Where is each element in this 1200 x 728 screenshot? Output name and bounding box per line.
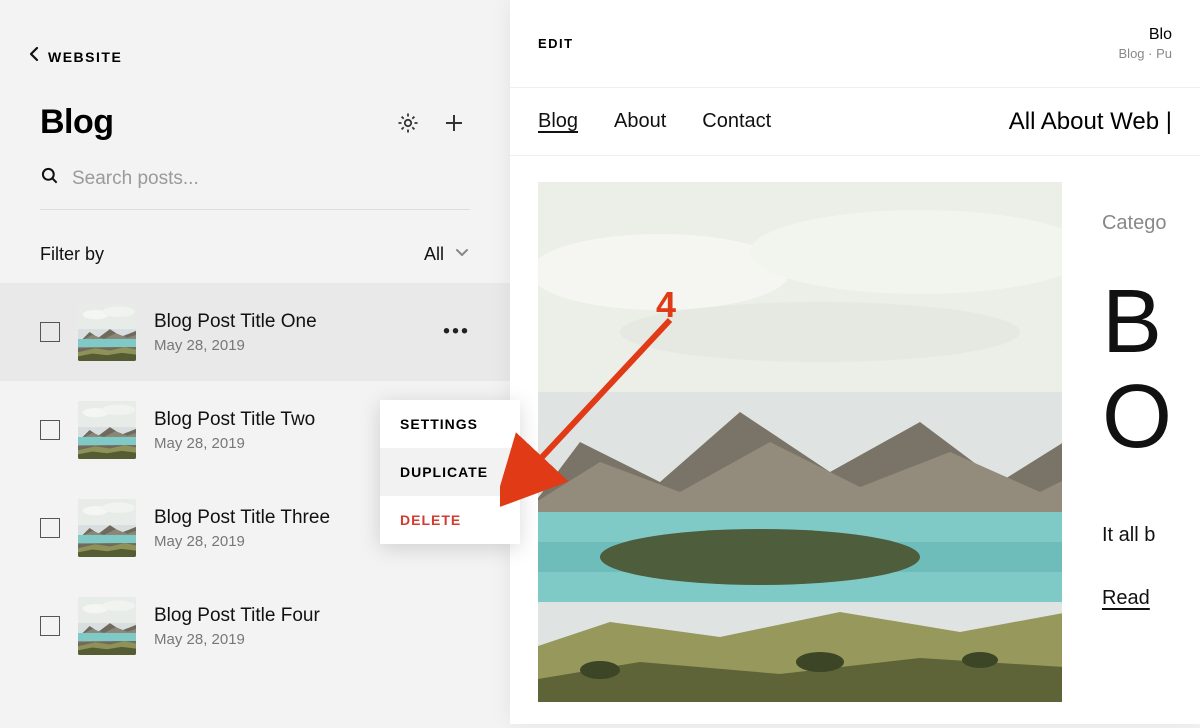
chevron-left-icon xyxy=(28,46,40,67)
checkbox[interactable] xyxy=(40,322,60,342)
post-date: May 28, 2019 xyxy=(154,533,330,550)
post-title: Blog Post Title One xyxy=(154,311,317,333)
headline-line1: B xyxy=(1102,275,1172,370)
post-item[interactable]: Blog Post Title Four May 28, 2019 xyxy=(0,577,510,675)
nav-blog[interactable]: Blog xyxy=(538,110,578,133)
post-thumbnail xyxy=(78,303,136,361)
nav-about[interactable]: About xyxy=(614,110,666,133)
search-input[interactable] xyxy=(72,168,470,190)
search-icon xyxy=(40,166,60,191)
post-thumbnail xyxy=(78,499,136,557)
checkbox[interactable] xyxy=(40,518,60,538)
hero-image xyxy=(538,182,1062,702)
preview-subtitle: Blog · Pu xyxy=(1119,46,1172,61)
filter-label: Filter by xyxy=(40,244,424,265)
annotation-number: 4 xyxy=(656,284,676,326)
plus-icon[interactable] xyxy=(438,107,470,139)
page-title: Blog xyxy=(40,103,392,142)
edit-button[interactable]: EDIT xyxy=(538,36,574,51)
preview-panel: EDIT Blo Blog · Pu Blog About Contact Al… xyxy=(510,0,1200,724)
preview-title: Blo xyxy=(1119,26,1172,44)
post-thumbnail xyxy=(78,597,136,655)
back-label: WEBSITE xyxy=(48,49,122,65)
site-title: All About Web | xyxy=(1009,108,1172,136)
post-title: Blog Post Title Two xyxy=(154,409,315,431)
headline-line2: O xyxy=(1102,370,1172,465)
post-thumbnail xyxy=(78,401,136,459)
post-date: May 28, 2019 xyxy=(154,435,315,452)
context-menu: SETTINGS DUPLICATE DELETE xyxy=(380,400,520,544)
post-item[interactable]: Blog Post Title One May 28, 2019 ••• xyxy=(0,283,510,381)
post-title: Blog Post Title Four xyxy=(154,605,320,627)
checkbox[interactable] xyxy=(40,420,60,440)
menu-duplicate[interactable]: DUPLICATE xyxy=(380,448,520,496)
filter-value: All xyxy=(424,244,444,265)
filter-row[interactable]: Filter by All xyxy=(40,244,470,265)
more-icon[interactable]: ••• xyxy=(443,321,470,344)
menu-delete[interactable]: DELETE xyxy=(380,496,520,544)
back-button[interactable]: WEBSITE xyxy=(0,0,510,67)
sidebar: WEBSITE Blog Filter by All Blog Post T xyxy=(0,0,510,724)
post-title: Blog Post Title Three xyxy=(154,507,330,529)
post-date: May 28, 2019 xyxy=(154,631,320,648)
menu-settings[interactable]: SETTINGS xyxy=(380,400,520,448)
gear-icon[interactable] xyxy=(392,107,424,139)
read-more-link[interactable]: Read xyxy=(1102,587,1172,610)
post-date: May 28, 2019 xyxy=(154,337,317,354)
site-nav: Blog About Contact All About Web | xyxy=(510,88,1200,156)
chevron-down-icon xyxy=(454,244,470,265)
checkbox[interactable] xyxy=(40,616,60,636)
lead-text: It all b xyxy=(1102,524,1172,547)
nav-contact[interactable]: Contact xyxy=(702,110,771,133)
category-label: Catego xyxy=(1102,212,1172,235)
